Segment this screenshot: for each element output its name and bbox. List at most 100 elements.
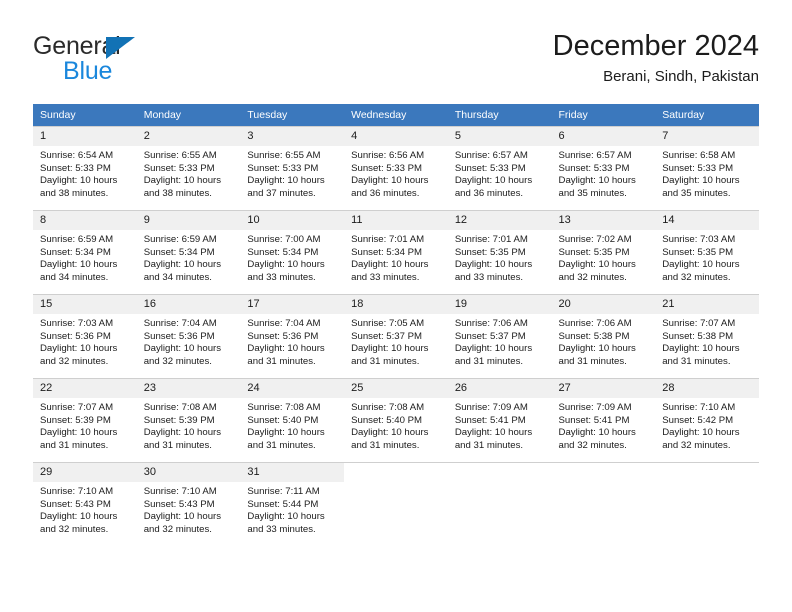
- daylight-duration-line2: and 33 minutes.: [247, 523, 316, 535]
- day-cell[interactable]: 7 Sunrise: 6:58 AM Sunset: 5:33 PM Daylight…: [655, 126, 759, 210]
- calendar-cell: 1 Sunrise: 6:54 AM Sunset: 5:33 PM Daylight…: [33, 126, 137, 210]
- sunset-time: Sunset: 5:33 PM: [454, 162, 526, 174]
- calendar-page: General Blue December 2024 Berani, Sindh…: [0, 0, 792, 612]
- day-number: [655, 463, 759, 482]
- day-cell[interactable]: 11 Sunrise: 7:01 AM Sunset: 5:34 PM Dayligh…: [344, 210, 448, 294]
- sunrise-time: Sunrise: 7:07 AM: [40, 402, 114, 413]
- day-number: [344, 463, 448, 482]
- daylight-duration-line2: and 32 minutes.: [558, 439, 627, 451]
- sunset-time: Sunset: 5:33 PM: [351, 162, 423, 174]
- day-cell[interactable]: 27 Sunrise: 7:09 AM Sunset: 5:41 PM Dayligh…: [551, 378, 656, 462]
- day-cell[interactable]: 6 Sunrise: 6:57 AM Sunset: 5:33 PM Daylight…: [551, 126, 656, 210]
- sunset-time: Sunset: 5:33 PM: [247, 162, 319, 174]
- sunset-time: Sunset: 5:42 PM: [662, 414, 734, 426]
- day-number: 31: [240, 463, 345, 482]
- day-cell[interactable]: 15 Sunrise: 7:03 AM Sunset: 5:36 PM Dayligh…: [33, 294, 137, 378]
- day-sun-info: Sunrise: 7:09 AM Sunset: 5:41 PM Daylight:…: [552, 398, 656, 452]
- day-cell[interactable]: 8 Sunrise: 6:59 AM Sunset: 5:34 PM Daylight…: [33, 210, 137, 294]
- day-cell[interactable]: 28 Sunrise: 7:10 AM Sunset: 5:42 PM Dayligh…: [655, 378, 759, 462]
- sunrise-time: Sunrise: 6:54 AM: [40, 150, 114, 161]
- day-cell[interactable]: 31 Sunrise: 7:11 AM Sunset: 5:44 PM Dayligh…: [240, 462, 345, 546]
- sunrise-time: Sunrise: 7:10 AM: [662, 402, 736, 413]
- daylight-duration-line2: and 32 minutes.: [40, 523, 109, 535]
- day-cell[interactable]: 17 Sunrise: 7:04 AM Sunset: 5:36 PM Dayligh…: [240, 294, 345, 378]
- daylight-duration-line1: Daylight: 10 hours: [247, 427, 325, 439]
- daylight-duration-line2: and 32 minutes.: [662, 271, 731, 283]
- day-cell[interactable]: 5 Sunrise: 6:57 AM Sunset: 5:33 PM Daylight…: [447, 126, 552, 210]
- sunset-time: Sunset: 5:35 PM: [558, 246, 630, 258]
- daylight-duration-line1: Daylight: 10 hours: [143, 511, 222, 523]
- day-cell[interactable]: 14 Sunrise: 7:03 AM Sunset: 5:35 PM Dayligh…: [655, 210, 759, 294]
- daylight-duration-line2: and 31 minutes.: [351, 439, 420, 451]
- day-cell[interactable]: 16 Sunrise: 7:04 AM Sunset: 5:36 PM Dayligh…: [136, 294, 241, 378]
- calendar-cell: 14 Sunrise: 7:03 AM Sunset: 5:35 PM Dayligh…: [655, 210, 759, 294]
- daylight-duration-line2: and 37 minutes.: [247, 187, 316, 199]
- daylight-duration-line1: Daylight: 10 hours: [454, 175, 533, 187]
- day-number: 23: [136, 379, 241, 398]
- day-sun-info: Sunrise: 7:00 AM Sunset: 5:34 PM Daylight:…: [240, 230, 344, 284]
- day-number: 30: [136, 463, 241, 482]
- calendar-cell: [551, 462, 656, 546]
- day-cell[interactable]: 26 Sunrise: 7:09 AM Sunset: 5:41 PM Dayligh…: [447, 378, 552, 462]
- day-cell[interactable]: 24 Sunrise: 7:08 AM Sunset: 5:40 PM Dayligh…: [240, 378, 345, 462]
- day-sun-info: Sunrise: 7:01 AM Sunset: 5:35 PM Daylight:…: [448, 230, 552, 284]
- sunrise-time: Sunrise: 6:59 AM: [143, 234, 217, 245]
- day-sun-info: Sunrise: 6:56 AM Sunset: 5:33 PM Daylight:…: [344, 146, 448, 200]
- day-cell[interactable]: 12 Sunrise: 7:01 AM Sunset: 5:35 PM Dayligh…: [447, 210, 552, 294]
- day-cell[interactable]: 20 Sunrise: 7:06 AM Sunset: 5:38 PM Dayligh…: [551, 294, 656, 378]
- calendar-cell: 13 Sunrise: 7:02 AM Sunset: 5:35 PM Dayligh…: [551, 210, 656, 294]
- sunset-time: Sunset: 5:39 PM: [40, 414, 111, 426]
- daylight-duration-line2: and 33 minutes.: [351, 271, 420, 283]
- day-cell[interactable]: 2 Sunrise: 6:55 AM Sunset: 5:33 PM Daylight…: [136, 126, 241, 210]
- weekday-header-saturday: Saturday: [655, 104, 759, 126]
- day-number: 4: [344, 127, 448, 146]
- daylight-duration-line1: Daylight: 10 hours: [247, 343, 325, 355]
- calendar-cell: 10 Sunrise: 7:00 AM Sunset: 5:34 PM Dayligh…: [240, 210, 345, 294]
- day-number: 13: [551, 211, 656, 230]
- daylight-duration-line2: and 36 minutes.: [454, 187, 524, 199]
- day-sun-info: Sunrise: 7:07 AM Sunset: 5:38 PM Daylight:…: [655, 314, 759, 368]
- day-number: 28: [655, 379, 759, 398]
- general-blue-logo[interactable]: General Blue: [33, 32, 273, 88]
- day-cell[interactable]: 30 Sunrise: 7:10 AM Sunset: 5:43 PM Dayligh…: [136, 462, 241, 546]
- sunrise-time: Sunrise: 7:09 AM: [454, 402, 528, 413]
- day-cell[interactable]: 9 Sunrise: 6:59 AM Sunset: 5:34 PM Daylight…: [136, 210, 241, 294]
- day-sun-info: Sunrise: 7:06 AM Sunset: 5:38 PM Daylight:…: [552, 314, 656, 368]
- day-number: 12: [447, 211, 552, 230]
- day-cell[interactable]: 13 Sunrise: 7:02 AM Sunset: 5:35 PM Dayligh…: [551, 210, 656, 294]
- day-cell[interactable]: 10 Sunrise: 7:00 AM Sunset: 5:34 PM Dayligh…: [240, 210, 345, 294]
- day-sun-info: Sunrise: 7:08 AM Sunset: 5:39 PM Daylight:…: [137, 398, 241, 452]
- sunrise-time: Sunrise: 7:08 AM: [351, 402, 425, 413]
- day-cell[interactable]: 4 Sunrise: 6:56 AM Sunset: 5:33 PM Daylight…: [344, 126, 448, 210]
- daylight-duration-line1: Daylight: 10 hours: [558, 259, 636, 271]
- day-cell[interactable]: 3 Sunrise: 6:55 AM Sunset: 5:33 PM Daylight…: [240, 126, 345, 210]
- day-number: 25: [344, 379, 448, 398]
- day-number: 24: [240, 379, 345, 398]
- day-cell[interactable]: 21 Sunrise: 7:07 AM Sunset: 5:38 PM Dayligh…: [655, 294, 759, 378]
- calendar-cell: 21 Sunrise: 7:07 AM Sunset: 5:38 PM Dayligh…: [655, 294, 759, 378]
- daylight-duration-line2: and 35 minutes.: [662, 187, 731, 199]
- day-cell[interactable]: 25 Sunrise: 7:08 AM Sunset: 5:40 PM Dayligh…: [344, 378, 448, 462]
- daylight-duration-line2: and 31 minutes.: [351, 355, 420, 367]
- day-cell[interactable]: 19 Sunrise: 7:06 AM Sunset: 5:37 PM Dayligh…: [447, 294, 552, 378]
- sunset-time: Sunset: 5:40 PM: [247, 414, 319, 426]
- day-cell-empty: [447, 462, 552, 546]
- sunrise-time: Sunrise: 6:56 AM: [351, 150, 425, 161]
- daylight-duration-line1: Daylight: 10 hours: [662, 259, 740, 271]
- daylight-duration-line2: and 32 minutes.: [40, 355, 109, 367]
- daylight-duration-line1: Daylight: 10 hours: [351, 175, 429, 187]
- daylight-duration-line1: Daylight: 10 hours: [143, 175, 222, 187]
- day-number: 10: [240, 211, 345, 230]
- day-cell[interactable]: 22 Sunrise: 7:07 AM Sunset: 5:39 PM Dayligh…: [33, 378, 137, 462]
- day-number: 26: [447, 379, 552, 398]
- day-cell[interactable]: 23 Sunrise: 7:08 AM Sunset: 5:39 PM Dayligh…: [136, 378, 241, 462]
- sunrise-time: Sunrise: 7:04 AM: [247, 318, 321, 329]
- day-sun-info: Sunrise: 7:08 AM Sunset: 5:40 PM Daylight:…: [240, 398, 344, 452]
- calendar-cell: [655, 462, 759, 546]
- day-cell[interactable]: 29 Sunrise: 7:10 AM Sunset: 5:43 PM Dayligh…: [33, 462, 137, 546]
- calendar-cell: 12 Sunrise: 7:01 AM Sunset: 5:35 PM Dayligh…: [447, 210, 552, 294]
- day-cell[interactable]: 1 Sunrise: 6:54 AM Sunset: 5:33 PM Daylight…: [33, 126, 137, 210]
- day-cell[interactable]: 18 Sunrise: 7:05 AM Sunset: 5:37 PM Dayligh…: [344, 294, 448, 378]
- day-sun-info: Sunrise: 7:10 AM Sunset: 5:43 PM Daylight:…: [33, 482, 137, 536]
- sunset-time: Sunset: 5:36 PM: [247, 330, 319, 342]
